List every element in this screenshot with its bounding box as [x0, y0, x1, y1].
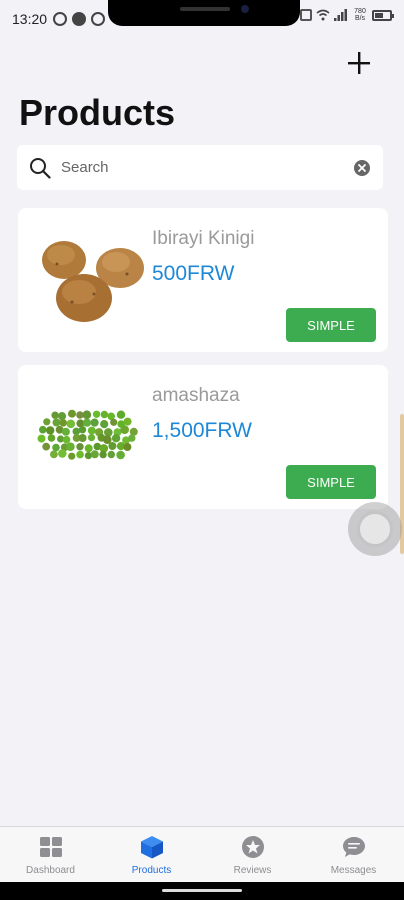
potatoes-image [42, 241, 144, 322]
tab-reviews[interactable]: Reviews [202, 827, 303, 882]
home-indicator[interactable] [162, 889, 242, 892]
dashboard-grid-icon [39, 837, 62, 857]
pea [62, 435, 71, 444]
product-price: 1,500FRW [152, 419, 252, 442]
tab-messages[interactable]: Messages [303, 827, 404, 882]
pea [59, 419, 67, 427]
pea [90, 450, 99, 459]
assistive-touch-inner [357, 511, 393, 547]
product-card[interactable]: Ibirayi Kinigi 500FRW SIMPLE [18, 208, 388, 352]
chat-bubble-icon [342, 837, 365, 857]
search-bar [17, 145, 383, 190]
pea [39, 425, 47, 434]
star-icon [241, 836, 264, 858]
pea [57, 412, 67, 421]
pea [46, 426, 55, 435]
messenger-icon [72, 12, 87, 26]
battery-level [375, 12, 384, 18]
plus-icon [348, 52, 370, 74]
pea [42, 442, 51, 451]
system-gesture-bar [0, 882, 404, 900]
signal-icon [334, 9, 347, 21]
tab-products-label: Products [131, 865, 172, 876]
front-camera [241, 5, 249, 13]
pea [78, 434, 87, 442]
network-rate-value: 780 [354, 8, 366, 15]
pea [78, 426, 87, 434]
pea [84, 452, 92, 460]
status-system-icons: 780 B/s [300, 8, 394, 22]
pea [66, 442, 75, 451]
pea [107, 450, 116, 459]
pea [110, 418, 118, 426]
product-card[interactable]: amashaza 1,500FRW SIMPLE [18, 365, 388, 509]
pea [87, 426, 96, 435]
network-rate-unit: B/s [354, 15, 366, 22]
pea [111, 434, 121, 443]
cube-icon [140, 836, 163, 859]
bottom-navigation: Dashboard Products Reviews Messages [0, 826, 404, 882]
pea [43, 418, 51, 426]
pea [52, 418, 61, 427]
pea [123, 417, 132, 426]
camera-notch [108, 0, 300, 26]
notification-icon [91, 12, 106, 26]
pea [51, 411, 59, 419]
pea [123, 443, 132, 451]
wifi-icon [316, 9, 330, 21]
pea [99, 450, 107, 459]
pea [82, 410, 92, 420]
whatsapp-icon [53, 12, 68, 26]
speaker-grille [180, 7, 230, 11]
pea [61, 427, 70, 436]
pea [68, 409, 76, 418]
pea [50, 450, 58, 459]
green-peas-image [37, 409, 138, 460]
network-rate: 780 B/s [352, 8, 368, 22]
pea [87, 434, 96, 442]
pea [100, 410, 109, 419]
pea [116, 450, 125, 460]
tab-dashboard-label: Dashboard [26, 865, 75, 876]
tab-products[interactable]: Products [101, 827, 202, 882]
product-type-button[interactable]: SIMPLE [286, 465, 376, 499]
pea [37, 434, 46, 443]
pea [92, 410, 101, 418]
vibrate-icon [300, 9, 312, 21]
status-notification-icons [53, 12, 106, 26]
pea [76, 450, 84, 459]
tab-reviews-label: Reviews [233, 865, 272, 876]
product-type-button[interactable]: SIMPLE [286, 308, 376, 342]
search-icon [30, 157, 51, 179]
pea [116, 410, 126, 419]
pea [68, 452, 76, 460]
pea [66, 419, 76, 429]
product-name: Ibirayi Kinigi [152, 228, 255, 249]
assistive-touch-button[interactable] [348, 502, 402, 556]
pea [90, 418, 99, 427]
search-input[interactable] [61, 159, 353, 176]
tab-messages-label: Messages [330, 865, 377, 876]
pea [76, 443, 84, 451]
pea [108, 442, 117, 450]
product-name: amashaza [152, 385, 240, 406]
pea [52, 443, 60, 452]
pea [128, 434, 136, 442]
pea [84, 444, 93, 453]
pea [104, 428, 113, 437]
product-price: 500FRW [152, 262, 235, 285]
pea [58, 449, 67, 458]
pea [82, 418, 92, 427]
clear-icon[interactable] [353, 159, 371, 177]
battery-icon [372, 9, 394, 21]
page-title: Products [19, 92, 176, 133]
pea [100, 420, 109, 429]
add-product-button[interactable] [344, 48, 374, 78]
tab-dashboard[interactable]: Dashboard [0, 827, 101, 882]
status-time: 13:20 [12, 11, 48, 27]
pea [47, 434, 56, 442]
pea [120, 425, 129, 435]
